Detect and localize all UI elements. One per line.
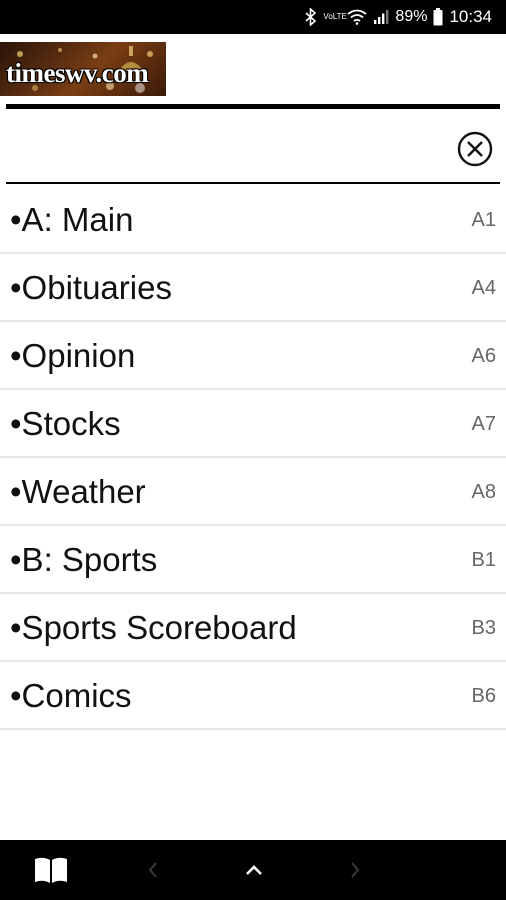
section-label: •Comics [10,677,132,714]
section-page-number: B6 [471,685,496,707]
section-item-sports-scoreboard[interactable]: •Sports Scoreboard B3 [0,594,506,662]
site-logo[interactable]: timeswv.com [0,42,166,96]
bottom-toolbar [0,840,506,900]
volte-icon: VoLTE [323,12,347,21]
battery-icon [433,8,443,26]
section-page-number: A1 [471,209,496,231]
bluetooth-icon [305,8,317,26]
clock: 10:34 [449,7,492,26]
chevron-up-icon [246,865,262,875]
previous-page-button[interactable] [128,840,178,900]
open-book-icon [35,857,67,883]
menu-divider [6,182,500,184]
close-circle-icon [457,131,493,167]
section-label: •A: Main [10,201,134,238]
chevron-left-icon [148,862,157,878]
status-bar: VoLTE 89% 10:34 [0,0,506,34]
status-icons: VoLTE 89% 10:34 [305,0,492,34]
scroll-up-button[interactable] [229,840,279,900]
section-item-comics[interactable]: •Comics B6 [0,662,506,730]
section-label: •Weather [10,473,146,510]
section-label: •B: Sports [10,541,158,578]
section-page-number: A4 [471,277,496,299]
section-label: •Opinion [10,337,136,374]
section-page-number: B1 [471,549,496,571]
battery-percent: 89% [395,8,428,25]
section-page-number: B3 [471,617,496,639]
section-page-number: A7 [471,413,496,435]
wifi-icon [347,9,367,25]
chevron-right-icon [351,862,360,878]
section-item-opinion[interactable]: •Opinion A6 [0,322,506,390]
section-label: •Stocks [10,405,121,442]
header-divider [6,104,500,109]
section-list: •A: Main A1 •Obituaries A4 •Opinion A6 •… [0,186,506,730]
next-page-button[interactable] [330,840,380,900]
section-label: •Obituaries [10,269,172,306]
section-label: •Sports Scoreboard [10,609,297,646]
section-item-a-main[interactable]: •A: Main A1 [0,186,506,254]
sections-book-button[interactable] [26,840,76,900]
close-button[interactable] [456,130,494,168]
section-item-stocks[interactable]: •Stocks A7 [0,390,506,458]
section-item-weather[interactable]: •Weather A8 [0,458,506,526]
section-page-number: A6 [471,345,496,367]
section-item-obituaries[interactable]: •Obituaries A4 [0,254,506,322]
signal-icon [373,9,389,25]
logo-text: timeswv.com [6,58,149,88]
section-page-number: A8 [471,481,496,503]
section-item-b-sports[interactable]: •B: Sports B1 [0,526,506,594]
